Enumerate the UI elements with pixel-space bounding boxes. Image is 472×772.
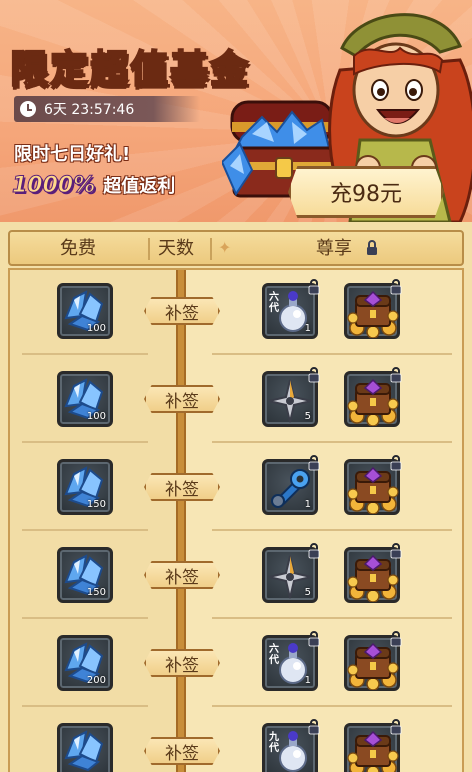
countdown-timer: 6天 23:57:46 (14, 96, 200, 122)
row-divider (212, 617, 452, 619)
lock-icon (390, 367, 402, 387)
makeup-sign-button[interactable]: 补签 (144, 737, 220, 765)
lock-icon (367, 240, 377, 255)
lock-icon (308, 367, 320, 387)
item-quantity: 5 (304, 411, 311, 422)
lock-icon (308, 719, 320, 739)
lock-icon (308, 543, 320, 563)
header-free: 免费 (60, 238, 96, 259)
countdown-text: 6天 23:57:46 (44, 102, 135, 118)
lock-icon (308, 631, 320, 651)
sparkle-icon: ✦ (218, 238, 232, 257)
row-divider (22, 617, 148, 619)
makeup-sign-button[interactable]: 补签 (144, 297, 220, 325)
item-quantity: 1 (304, 499, 311, 510)
tier-tag: 九代 (269, 732, 279, 754)
row-divider (22, 441, 148, 443)
item-quantity: 5 (304, 587, 311, 598)
reward-item[interactable]: 150 (57, 547, 113, 603)
sign-button-label: 补签 (165, 655, 199, 676)
sign-button-label: 补签 (165, 567, 199, 588)
item-quantity: 200 (86, 675, 106, 686)
reward-item[interactable]: 150 (57, 459, 113, 515)
lock-icon (390, 543, 402, 563)
sign-button-label: 补签 (165, 391, 199, 412)
header-divider (210, 238, 212, 260)
sign-button-label: 补签 (165, 479, 199, 500)
item-quantity: 1 (304, 675, 311, 686)
rebate-text: 超值返利 (103, 176, 176, 197)
makeup-sign-button[interactable]: 补签 (144, 385, 220, 413)
makeup-sign-button[interactable]: 补签 (144, 649, 220, 677)
reward-item[interactable] (57, 723, 113, 772)
tier-tag: 六代 (269, 644, 279, 666)
header-divider (148, 238, 150, 260)
fund-banner: 限定超值基金 6天 23:57:46 限时七日好礼! 1000% 超值返利 充9… (0, 0, 472, 222)
makeup-sign-button[interactable]: 补签 (144, 473, 220, 501)
free-column (10, 270, 178, 772)
item-quantity: 100 (86, 411, 106, 422)
tier-tag: 六代 (269, 292, 279, 314)
lock-icon (390, 455, 402, 475)
lock-icon (390, 631, 402, 651)
reward-item[interactable]: 100 (57, 371, 113, 427)
sign-button-label: 补签 (165, 743, 199, 764)
row-divider (212, 353, 452, 355)
crystal-icon (60, 728, 110, 772)
lock-icon (390, 279, 402, 299)
item-quantity: 150 (86, 587, 106, 598)
banner-subtitle: 限时七日好礼! (14, 144, 131, 165)
lock-icon (308, 279, 320, 299)
lock-icon (390, 719, 402, 739)
row-divider (212, 441, 452, 443)
row-divider (212, 705, 452, 707)
row-divider (22, 529, 148, 531)
purchase-label: 充98元 (330, 182, 402, 207)
purchase-button[interactable]: 充98元 (288, 166, 444, 218)
reward-item[interactable]: 100 (57, 283, 113, 339)
row-divider (22, 353, 148, 355)
item-quantity: 100 (86, 323, 106, 334)
timeline-axis (176, 270, 186, 772)
sign-button-label: 补签 (165, 303, 199, 324)
row-divider (212, 529, 452, 531)
item-quantity: 150 (86, 499, 106, 510)
banner-title: 限定超值基金 (9, 46, 251, 92)
header-premium: 尊享 (316, 238, 352, 259)
makeup-sign-button[interactable]: 补签 (144, 561, 220, 589)
item-quantity: 1 (304, 323, 311, 334)
header-days: 天数 (158, 238, 194, 259)
reward-item[interactable]: 200 (57, 635, 113, 691)
rebate-line: 1000% 超值返利 (11, 172, 176, 198)
lock-icon (308, 455, 320, 475)
clock-icon (20, 101, 36, 117)
rebate-percent: 1000% (11, 172, 96, 198)
row-divider (22, 705, 148, 707)
